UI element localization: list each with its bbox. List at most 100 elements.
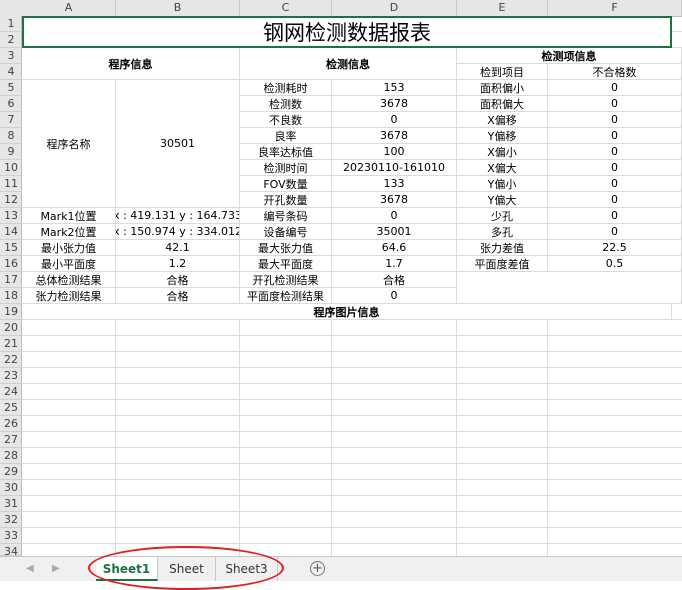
fail-count-column-label[interactable]: 不合格数 (548, 64, 682, 80)
image-info-header[interactable]: 程序图片信息 (22, 304, 672, 320)
row-header[interactable]: 27 (0, 432, 22, 448)
row-header[interactable]: 34 (0, 544, 22, 558)
inspection-item-label[interactable]: 少孔 (457, 208, 548, 224)
row-header[interactable]: 14 (0, 224, 22, 240)
detection-row-value[interactable]: 3678 (332, 192, 457, 208)
min-tension-value[interactable]: 42.1 (116, 240, 240, 256)
inspection-item-label[interactable]: 平面度差值 (457, 256, 548, 272)
detection-row-label[interactable]: 设备编号 (240, 224, 332, 240)
row-header[interactable]: 7 (0, 112, 22, 128)
inspection-item-count[interactable]: 0 (548, 144, 682, 160)
row-header[interactable]: 32 (0, 512, 22, 528)
mark2-label[interactable]: Mark2位置 (22, 224, 116, 240)
row-header[interactable]: 20 (0, 320, 22, 336)
tension-result-label[interactable]: 张力检测结果 (22, 288, 116, 304)
row-header[interactable]: 18 (0, 288, 22, 304)
inspection-item-count[interactable]: 0 (548, 224, 682, 240)
inspection-item-label[interactable]: 张力差值 (457, 240, 548, 256)
column-header-d[interactable]: D (332, 0, 457, 16)
inspection-item-count[interactable]: 0 (548, 176, 682, 192)
detection-row-label[interactable]: FOV数量 (240, 176, 332, 192)
row-header[interactable]: 28 (0, 448, 22, 464)
detection-row-value[interactable]: 64.6 (332, 240, 457, 256)
worksheet-grid[interactable]: 钢网检测数据报表 程序信息 检测信息 检测项信息 检到项目 不合格数 程序名称 … (22, 16, 682, 556)
program-name-label[interactable]: 程序名称 (22, 80, 116, 208)
inspection-item-count[interactable]: 0 (548, 192, 682, 208)
detection-row-label[interactable]: 检测耗时 (240, 80, 332, 96)
add-sheet-button[interactable]: + (310, 561, 325, 576)
detection-row-value[interactable]: 153 (332, 80, 457, 96)
detection-row-value[interactable]: 3678 (332, 96, 457, 112)
inspection-item-label[interactable]: Y偏移 (457, 128, 548, 144)
overall-result-value[interactable]: 合格 (116, 272, 240, 288)
row-header[interactable]: 19 (0, 304, 22, 320)
min-flatness-value[interactable]: 1.2 (116, 256, 240, 272)
inspection-item-count[interactable]: 22.5 (548, 240, 682, 256)
inspection-items-header[interactable]: 检测项信息 (457, 48, 682, 64)
detection-row-value[interactable]: 100 (332, 144, 457, 160)
column-header-a[interactable]: A (22, 0, 116, 16)
tab-sheet1[interactable]: Sheet1 (96, 557, 158, 581)
inspection-item-label[interactable]: Y偏小 (457, 176, 548, 192)
row-header[interactable]: 17 (0, 272, 22, 288)
row-header[interactable]: 21 (0, 336, 22, 352)
inspection-item-count[interactable]: 0 (548, 160, 682, 176)
detection-row-value[interactable]: 0 (332, 208, 457, 224)
inspection-item-label[interactable]: Y偏大 (457, 192, 548, 208)
detection-row-label[interactable]: 检测时间 (240, 160, 332, 176)
row-header[interactable]: 26 (0, 416, 22, 432)
detection-row-label[interactable]: 最大张力值 (240, 240, 332, 256)
inspection-item-count[interactable]: 0.5 (548, 256, 682, 272)
row-header[interactable]: 9 (0, 144, 22, 160)
detection-row-value[interactable]: 133 (332, 176, 457, 192)
inspection-item-count[interactable]: 0 (548, 208, 682, 224)
row-header[interactable]: 8 (0, 128, 22, 144)
inspection-empty-cell[interactable] (457, 272, 682, 304)
detection-row-value[interactable]: 35001 (332, 224, 457, 240)
detection-row-label[interactable]: 良率达标值 (240, 144, 332, 160)
tab-scroll-right-icon[interactable]: ▶ (52, 563, 60, 574)
report-title[interactable]: 钢网检测数据报表 (22, 16, 672, 48)
row-header[interactable]: 23 (0, 368, 22, 384)
detection-row-label[interactable]: 编号条码 (240, 208, 332, 224)
inspection-item-label[interactable]: X偏小 (457, 144, 548, 160)
inspection-item-count[interactable]: 0 (548, 112, 682, 128)
column-header-e[interactable]: E (457, 0, 548, 16)
min-flatness-label[interactable]: 最小平面度 (22, 256, 116, 272)
detected-item-column-label[interactable]: 检到项目 (457, 64, 548, 80)
overall-result-label[interactable]: 总体检测结果 (22, 272, 116, 288)
detection-row-label[interactable]: 良率 (240, 128, 332, 144)
detection-row-value[interactable]: 0 (332, 288, 457, 304)
row-header[interactable]: 33 (0, 528, 22, 544)
inspection-item-label[interactable]: X偏大 (457, 160, 548, 176)
mark1-label[interactable]: Mark1位置 (22, 208, 116, 224)
column-header-c[interactable]: C (240, 0, 332, 16)
row-header[interactable]: 5 (0, 80, 22, 96)
row-header[interactable]: 2 (0, 32, 22, 48)
row-header[interactable]: 30 (0, 480, 22, 496)
column-header-f[interactable]: F (548, 0, 682, 16)
detection-info-header[interactable]: 检测信息 (240, 48, 457, 80)
tab-sheet3[interactable]: Sheet3 (216, 557, 278, 581)
detection-row-value[interactable]: 20230110-161010 (332, 160, 457, 176)
row-header[interactable]: 4 (0, 64, 22, 80)
inspection-item-label[interactable]: X偏移 (457, 112, 548, 128)
tab-scroll-left-icon[interactable]: ◀ (26, 563, 34, 574)
row-header[interactable]: 1 (0, 16, 22, 32)
inspection-item-label[interactable]: 多孔 (457, 224, 548, 240)
program-info-header[interactable]: 程序信息 (22, 48, 240, 80)
row-header[interactable]: 29 (0, 464, 22, 480)
detection-row-label[interactable]: 不良数 (240, 112, 332, 128)
row-header[interactable]: 6 (0, 96, 22, 112)
min-tension-label[interactable]: 最小张力值 (22, 240, 116, 256)
row-header[interactable]: 24 (0, 384, 22, 400)
row-header[interactable]: 22 (0, 352, 22, 368)
inspection-item-label[interactable]: 面积偏小 (457, 80, 548, 96)
detection-row-value[interactable]: 1.7 (332, 256, 457, 272)
mark2-value[interactable]: x : 150.974 y : 334.012 (116, 224, 240, 240)
inspection-item-count[interactable]: 0 (548, 80, 682, 96)
detection-row-label[interactable]: 开孔数量 (240, 192, 332, 208)
row-header[interactable]: 3 (0, 48, 22, 64)
tension-result-value[interactable]: 合格 (116, 288, 240, 304)
row-header[interactable]: 16 (0, 256, 22, 272)
